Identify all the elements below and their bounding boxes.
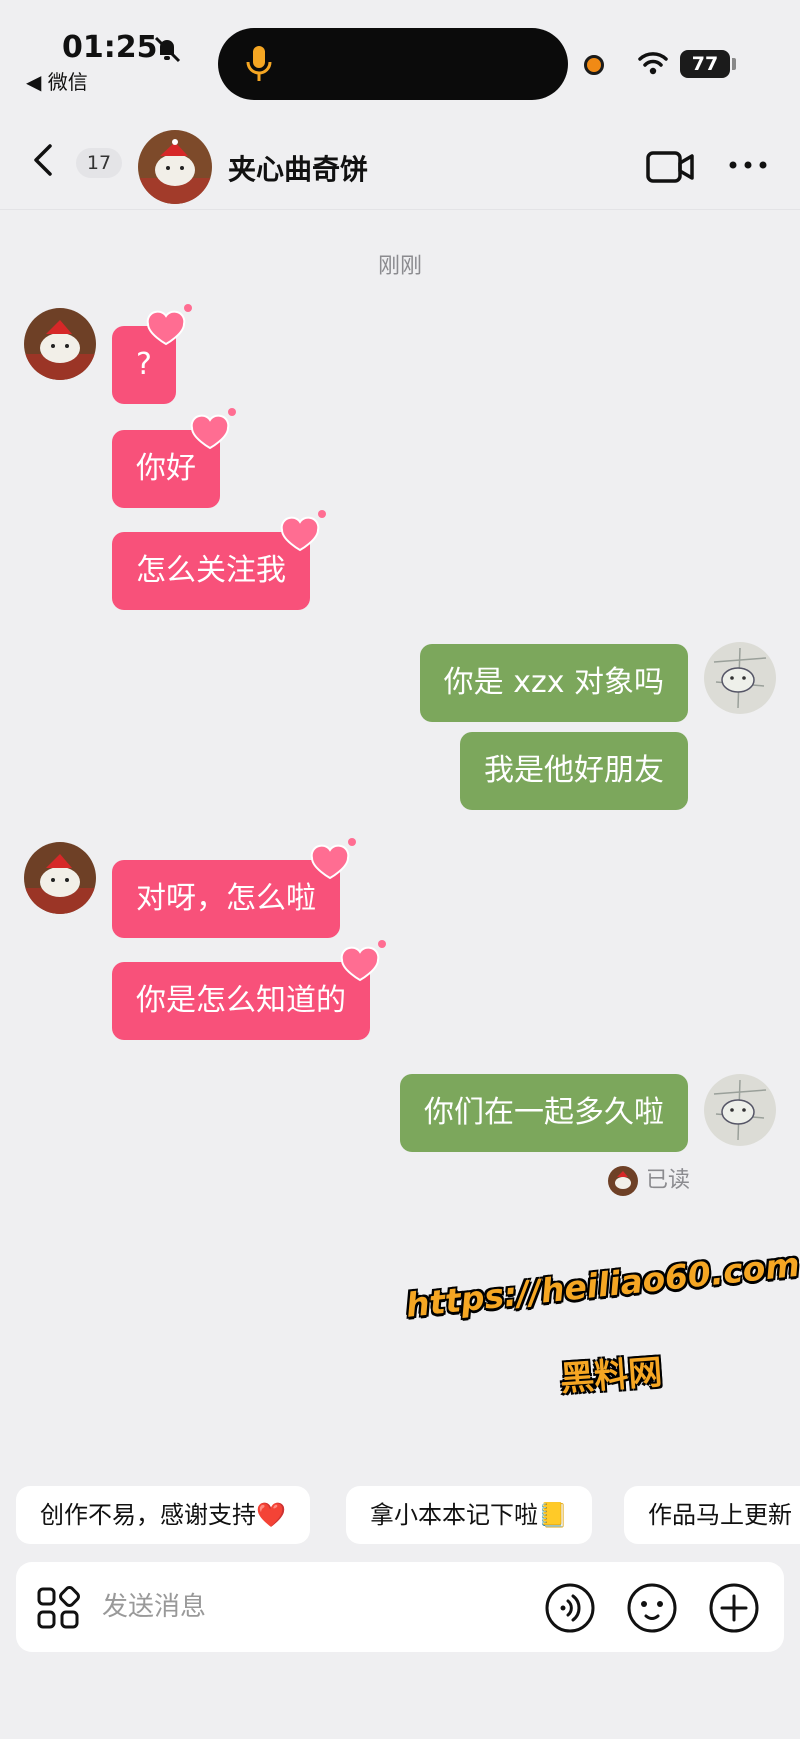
message-bubble-received[interactable]: 对呀，怎么啦 — [112, 838, 356, 938]
status-bar: 01:25 ◀ 微信 77 — [0, 0, 800, 110]
message-input-bar — [16, 1562, 784, 1652]
quick-reply-chip[interactable]: 作品马上更新 — [624, 1486, 800, 1544]
heart-reaction-icon — [146, 304, 192, 346]
message-text: 你是怎么知道的 — [136, 983, 346, 1018]
message-input[interactable] — [102, 1584, 462, 1630]
back-button[interactable] — [26, 140, 62, 180]
recording-indicator — [584, 55, 604, 75]
heart-reaction-icon — [190, 408, 236, 450]
message-bubble-received[interactable]: 怎么关注我 — [112, 510, 326, 610]
reader-avatar — [608, 1166, 638, 1196]
dynamic-island — [218, 28, 568, 100]
message-text: 怎么关注我 — [136, 553, 286, 588]
my-avatar[interactable] — [704, 642, 776, 714]
wifi-icon — [638, 52, 668, 75]
video-call-icon[interactable] — [646, 150, 694, 184]
quick-reply-label: 作品马上更新 — [648, 1501, 792, 1529]
bell-muted-icon — [154, 36, 181, 63]
status-time: 01:25 — [62, 30, 158, 65]
contact-name: 夹心曲奇饼 — [228, 153, 369, 186]
more-options-icon[interactable] — [728, 158, 768, 172]
message-bubble-received[interactable]: ? — [112, 304, 192, 404]
watermark-name: 黑料网 — [558, 1352, 664, 1400]
watermark-url: https://heiliao60.com — [404, 1244, 800, 1325]
message-text: 你好 — [136, 451, 196, 486]
quick-reply-label: 创作不易，感谢支持❤️ — [40, 1501, 286, 1529]
contact-avatar[interactable] — [138, 130, 212, 204]
battery-tip — [732, 58, 736, 70]
quick-reply-label: 拿小本本记下啦📒 — [370, 1501, 568, 1529]
heart-reaction-icon — [340, 940, 386, 982]
timestamp-separator: 刚刚 — [377, 254, 422, 279]
quick-reply-chip[interactable]: 拿小本本记下啦📒 — [346, 1486, 592, 1544]
microphone-icon — [246, 46, 272, 81]
message-bubble-received[interactable]: 你好 — [112, 408, 236, 508]
message-text: 你们在一起多久啦 — [424, 1095, 664, 1130]
message-bubble-received[interactable]: 你是怎么知道的 — [112, 940, 386, 1040]
my-avatar[interactable] — [704, 1074, 776, 1146]
quick-reply-chip[interactable]: 创作不易，感谢支持❤️ — [16, 1486, 310, 1544]
battery-level: 77 — [680, 50, 730, 78]
message-text: 我是他好朋友 — [484, 753, 664, 788]
voice-message-icon[interactable] — [544, 1582, 596, 1634]
contact-avatar[interactable] — [24, 308, 96, 380]
back-to-app-link[interactable]: ◀ 微信 — [26, 66, 88, 95]
add-icon[interactable] — [708, 1582, 760, 1634]
message-text: ? — [136, 347, 152, 382]
apps-grid-icon[interactable] — [36, 1586, 80, 1630]
message-text: 对呀，怎么啦 — [136, 881, 316, 916]
contact-avatar[interactable] — [24, 842, 96, 914]
message-text: 你是 xzx 对象吗 — [443, 665, 664, 700]
heart-reaction-icon — [310, 838, 356, 880]
message-bubble-sent[interactable]: 你们在一起多久啦 — [400, 1074, 688, 1152]
read-status: 已读 — [646, 1168, 691, 1193]
chat-header: 17 夹心曲奇饼 — [0, 110, 800, 210]
unread-count-badge: 17 — [76, 148, 122, 178]
heart-reaction-icon — [280, 510, 326, 552]
message-bubble-sent[interactable]: 我是他好朋友 — [460, 732, 688, 810]
emoji-icon[interactable] — [626, 1582, 678, 1634]
message-bubble-sent[interactable]: 你是 xzx 对象吗 — [419, 644, 688, 722]
